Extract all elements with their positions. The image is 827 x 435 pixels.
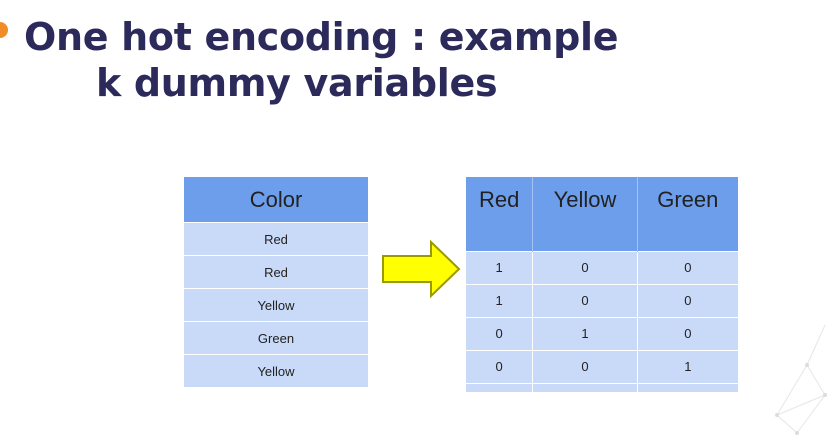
table-row: 0 1 0 — [466, 316, 738, 350]
table-cell — [532, 382, 638, 392]
table-cell — [636, 382, 738, 392]
table-cell: 0 — [532, 283, 638, 317]
table-cell: 0 — [636, 316, 738, 350]
table-cell: 0 — [532, 250, 638, 284]
table-cell: 0 — [466, 349, 533, 383]
right-arrow-icon — [382, 240, 461, 298]
table-cell: 0 — [466, 316, 533, 350]
color-cell: Red — [184, 222, 368, 256]
slide-title: One hot encoding : example k dummy varia… — [24, 14, 619, 106]
table-cell: 1 — [636, 349, 738, 383]
table-row: Red — [184, 255, 368, 289]
table-row: Red — [184, 222, 368, 256]
table-row-cut-off — [466, 382, 738, 392]
title-line-1: One hot encoding : example — [24, 15, 619, 59]
table-cell: 0 — [532, 349, 638, 383]
table-row: 1 0 0 — [466, 250, 738, 284]
table-cell: 0 — [636, 250, 738, 284]
color-cell: Yellow — [184, 288, 368, 322]
table-row: 0 0 1 — [466, 349, 738, 383]
color-header: Color — [184, 177, 368, 223]
network-decoration-icon — [775, 325, 827, 435]
table-cell: 1 — [466, 250, 533, 284]
table-cell — [466, 382, 533, 392]
table-row: Yellow — [184, 354, 368, 387]
yellow-column-header: Yellow — [532, 177, 638, 251]
table-cell: 0 — [636, 283, 738, 317]
red-column-header: Red — [466, 177, 533, 251]
color-cell: Green — [184, 321, 368, 355]
title-line-2: k dummy variables — [96, 61, 498, 105]
table-cell: 1 — [532, 316, 638, 350]
one-hot-table: Red Yellow Green 1 0 0 1 0 0 0 1 0 0 0 1 — [466, 177, 738, 392]
table-row: Yellow — [184, 288, 368, 322]
table-row: Green — [184, 321, 368, 355]
color-cell: Red — [184, 255, 368, 289]
table-row: 1 0 0 — [466, 283, 738, 317]
bullet-dot-icon — [0, 22, 8, 38]
table-cell: 1 — [466, 283, 533, 317]
green-column-header: Green — [636, 177, 738, 251]
color-cell: Yellow — [184, 354, 368, 387]
color-table: Color Red Red Yellow Green Yellow — [184, 177, 368, 387]
